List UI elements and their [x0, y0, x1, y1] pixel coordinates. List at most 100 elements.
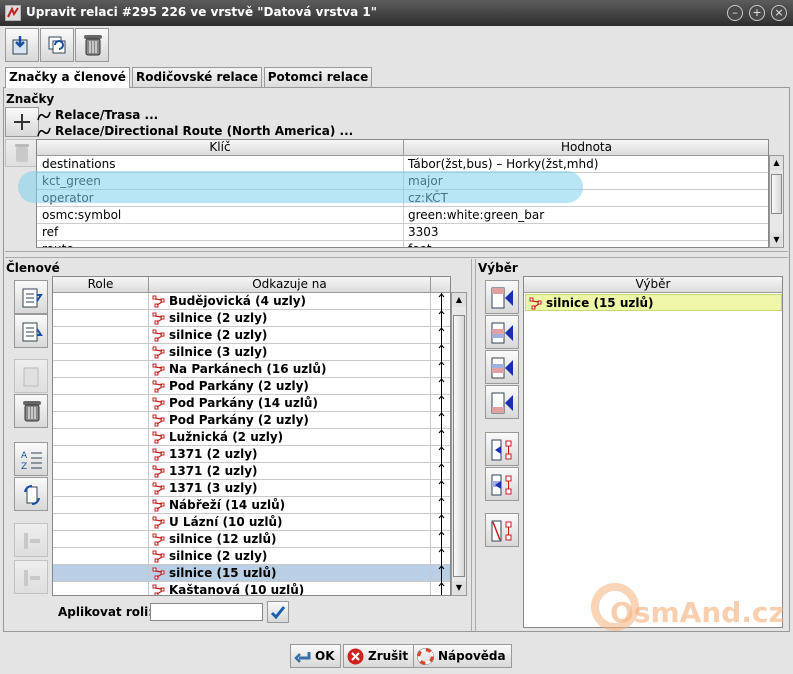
tag-key[interactable]: osmc:symbol	[37, 207, 404, 224]
member-role[interactable]	[53, 446, 149, 463]
tag-value[interactable]: 3303	[404, 224, 768, 241]
tab-child-relations[interactable]: Potomci relace	[264, 67, 372, 87]
member-role[interactable]	[53, 531, 149, 548]
tag-key[interactable]: operator	[37, 190, 404, 207]
member-role[interactable]	[53, 497, 149, 514]
member-row[interactable]: Kaštanová (10 uzlů)	[53, 582, 450, 595]
add-tag-button[interactable]	[5, 107, 39, 137]
scroll-thumb[interactable]	[771, 174, 782, 214]
member-row[interactable]: silnice (12 uzlů)	[53, 531, 450, 548]
member-reference[interactable]: Lužnická (2 uzly)	[149, 429, 431, 446]
scroll-thumb[interactable]	[453, 315, 465, 577]
add-selected-after-button[interactable]	[485, 350, 519, 384]
column-header-role[interactable]: Role	[53, 277, 149, 293]
tag-value[interactable]: foot	[404, 241, 768, 247]
tag-row[interactable]: operator cz:KČT	[37, 190, 768, 207]
delete-relation-button[interactable]	[75, 28, 109, 62]
reload-button[interactable]	[40, 28, 74, 62]
member-reference[interactable]: Pod Parkány (2 uzly)	[149, 378, 431, 395]
member-row[interactable]: Na Parkánech (16 uzlů)	[53, 361, 450, 378]
select-in-relation-button[interactable]	[485, 467, 519, 501]
member-role[interactable]	[53, 395, 149, 412]
sort-members-button[interactable]: A Z	[14, 442, 48, 476]
member-reference[interactable]: silnice (15 uzlů)	[149, 565, 431, 582]
member-row[interactable]: silnice (2 uzly)	[53, 548, 450, 565]
member-row[interactable]: Nábřeží (14 uzlů)	[53, 497, 450, 514]
member-role[interactable]	[53, 344, 149, 361]
maximize-button[interactable]: +	[749, 5, 765, 21]
member-row[interactable]: Lužnická (2 uzly)	[53, 429, 450, 446]
member-reference[interactable]: 1371 (3 uzly)	[149, 480, 431, 497]
tag-value[interactable]: green:white:green_bar	[404, 207, 768, 224]
column-header-value[interactable]: Hodnota	[404, 140, 768, 156]
ok-button[interactable]: OK	[290, 644, 341, 668]
member-row[interactable]: U Lázní (10 uzlů)	[53, 514, 450, 531]
member-role[interactable]	[53, 429, 149, 446]
edit-member-button[interactable]	[14, 359, 48, 393]
column-header-key[interactable]: Klíč	[37, 140, 404, 156]
member-row[interactable]: Pod Parkány (2 uzly)	[53, 412, 450, 429]
member-row[interactable]: Budějovická (4 uzly)	[53, 293, 450, 310]
apply-role-button[interactable]	[267, 601, 289, 623]
member-reference[interactable]: 1371 (2 uzly)	[149, 463, 431, 480]
member-reference[interactable]: Pod Parkány (14 uzlů)	[149, 395, 431, 412]
split-pane-divider[interactable]	[5, 251, 788, 258]
cancel-button[interactable]: Zrušit	[343, 644, 415, 668]
member-row[interactable]: 1371 (2 uzly)	[53, 446, 450, 463]
tab-parent-relations[interactable]: Rodičovské relace	[132, 67, 262, 87]
tag-value[interactable]: cz:KČT	[404, 190, 768, 207]
member-row[interactable]: silnice (2 uzly)	[53, 327, 450, 344]
add-selected-at-end-button[interactable]	[485, 385, 519, 419]
member-row[interactable]: 1371 (3 uzly)	[53, 480, 450, 497]
member-reference[interactable]: Pod Parkány (2 uzly)	[149, 412, 431, 429]
member-reference[interactable]: Nábřeží (14 uzlů)	[149, 497, 431, 514]
member-reference[interactable]: silnice (2 uzly)	[149, 548, 431, 565]
column-header-linkage[interactable]	[431, 277, 450, 293]
tag-row[interactable]: destinations Tábor(žst,bus) – Horky(žst,…	[37, 156, 768, 173]
member-reference[interactable]: 1371 (2 uzly)	[149, 446, 431, 463]
help-button[interactable]: Nápověda	[413, 644, 512, 668]
add-selected-at-start-button[interactable]	[485, 280, 519, 314]
minimize-button[interactable]: –	[727, 5, 743, 21]
members-scrollbar[interactable]: ▲ ▼	[451, 292, 467, 596]
member-role[interactable]	[53, 293, 149, 310]
relation-preset-route[interactable]: Relace/Trasa ...	[55, 108, 158, 122]
member-role[interactable]	[53, 565, 149, 582]
member-role[interactable]	[53, 582, 149, 595]
tags-scrollbar[interactable]: ▲ ▼	[769, 155, 784, 248]
add-selected-before-button[interactable]	[485, 315, 519, 349]
member-row[interactable]: silnice (2 uzly)	[53, 310, 450, 327]
member-row[interactable]: Pod Parkány (2 uzly)	[53, 378, 450, 395]
tag-row[interactable]: ref 3303	[37, 224, 768, 241]
tag-key[interactable]: kct_green	[37, 173, 404, 190]
move-down-button[interactable]	[14, 314, 48, 348]
selection-item[interactable]: silnice (15 uzlů)	[525, 294, 782, 311]
tag-row[interactable]: osmc:symbol green:white:green_bar	[37, 207, 768, 224]
member-role[interactable]	[53, 548, 149, 565]
close-button[interactable]: ×	[771, 5, 787, 21]
member-role[interactable]	[53, 463, 149, 480]
member-role[interactable]	[53, 327, 149, 344]
member-role[interactable]	[53, 361, 149, 378]
tag-row[interactable]: route foot	[37, 241, 768, 247]
move-to-end-button[interactable]	[14, 560, 48, 594]
column-header-selection[interactable]: Výběr	[524, 277, 782, 293]
tag-value[interactable]: major	[404, 173, 768, 190]
delete-tag-button[interactable]	[5, 139, 39, 167]
member-row[interactable]: silnice (3 uzly)	[53, 344, 450, 361]
column-header-refers[interactable]: Odkazuje na	[149, 277, 431, 293]
member-reference[interactable]: silnice (2 uzly)	[149, 327, 431, 344]
member-reference[interactable]: silnice (12 uzlů)	[149, 531, 431, 548]
select-members-button[interactable]	[485, 432, 519, 466]
member-role[interactable]	[53, 378, 149, 395]
scroll-down-arrow[interactable]: ▼	[770, 233, 783, 247]
member-reference[interactable]: silnice (2 uzly)	[149, 310, 431, 327]
apply-changes-button[interactable]	[5, 28, 39, 62]
member-role[interactable]	[53, 514, 149, 531]
move-up-button[interactable]	[14, 280, 48, 314]
scroll-up-arrow[interactable]: ▲	[452, 293, 466, 307]
member-row[interactable]: Pod Parkány (14 uzlů)	[53, 395, 450, 412]
member-row[interactable]: silnice (15 uzlů)	[53, 565, 450, 582]
member-reference[interactable]: U Lázní (10 uzlů)	[149, 514, 431, 531]
member-role[interactable]	[53, 480, 149, 497]
